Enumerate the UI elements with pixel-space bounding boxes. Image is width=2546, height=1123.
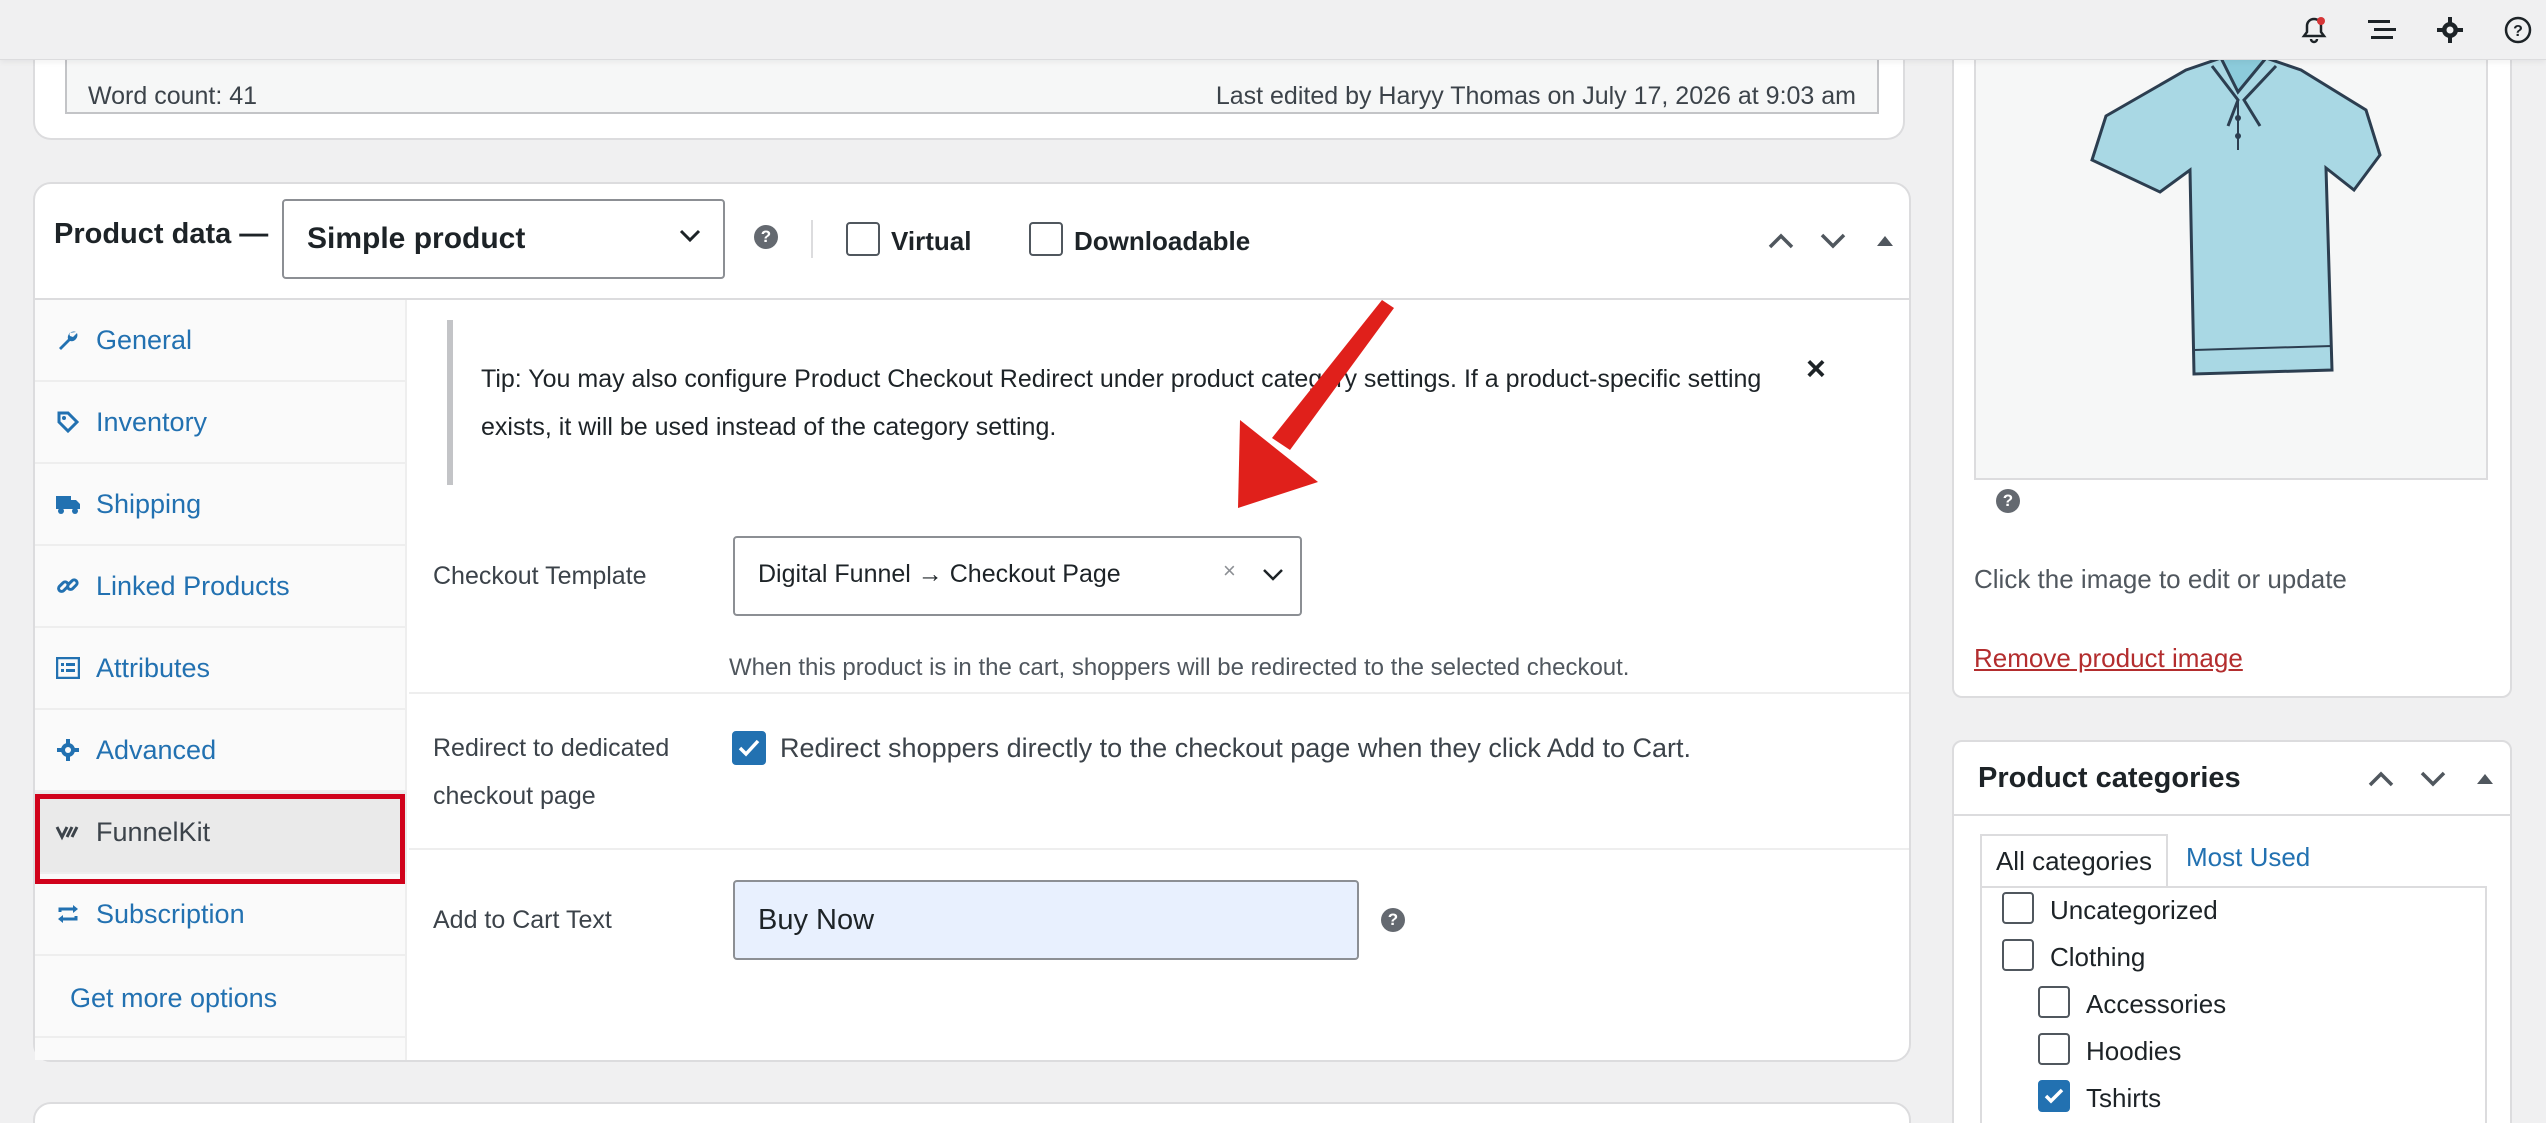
divider (409, 692, 1909, 694)
link-icon (55, 573, 81, 599)
move-down-icon[interactable] (1816, 224, 1850, 258)
chevron-down-icon (1262, 568, 1284, 587)
tip-text: Tip: You may also configure Product Chec… (481, 365, 1762, 441)
category-label: Clothing (2050, 942, 2146, 972)
checkmark-icon (738, 739, 760, 757)
downloadable-label: Downloadable (1074, 226, 1251, 256)
category-checkbox-accessories[interactable] (2038, 986, 2070, 1018)
admin-top-bar: ? (0, 0, 2546, 60)
word-count: Word count: 41 (88, 82, 258, 110)
checkout-template-description: When this product is in the cart, shoppe… (729, 654, 1630, 681)
move-down-icon[interactable] (2416, 762, 2450, 796)
tab-label: General (96, 324, 193, 355)
tab-inventory[interactable]: Inventory (35, 382, 407, 464)
move-up-icon[interactable] (1764, 224, 1798, 258)
redirect-description: Redirect shoppers directly to the checko… (780, 733, 1691, 763)
checkout-template-label: Checkout Template (433, 562, 647, 590)
notification-bell-icon[interactable] (2296, 12, 2332, 48)
tab-label: Inventory (96, 406, 208, 437)
checkmark-icon (2044, 1088, 2064, 1104)
settings-gear-icon[interactable] (2432, 12, 2468, 48)
add-to-cart-text-value: Buy Now (758, 904, 875, 936)
list-view-icon[interactable] (2364, 12, 2400, 48)
add-to-cart-text-label: Add to Cart Text (433, 906, 612, 934)
repeat-icon (55, 901, 81, 927)
tag-icon (55, 409, 81, 435)
move-up-icon[interactable] (2364, 762, 2398, 796)
tab-subscription[interactable]: Subscription (35, 874, 407, 956)
tab-general[interactable]: General (35, 300, 407, 382)
product-image[interactable] (1974, 40, 2488, 480)
tab-advanced[interactable]: Advanced (35, 710, 407, 792)
divider (1952, 814, 2512, 816)
list-icon (55, 655, 81, 681)
tshirt-image-icon (2090, 56, 2382, 376)
divider (811, 220, 813, 258)
wrench-icon (55, 327, 81, 353)
category-label: Accessories (2086, 989, 2227, 1019)
category-checkbox-hoodies[interactable] (2038, 1033, 2070, 1065)
product-categories-title: Product categories (1978, 762, 2241, 794)
svg-text:?: ? (2513, 23, 2523, 40)
divider (409, 848, 1909, 850)
truck-icon (55, 491, 81, 517)
help-icon[interactable]: ? (1996, 489, 2020, 513)
help-icon[interactable]: ? (754, 225, 778, 249)
close-icon[interactable]: × (1806, 350, 1826, 389)
tab-label: Shipping (96, 488, 202, 519)
category-checkbox-tshirts[interactable] (2038, 1080, 2070, 1112)
clear-selection-icon[interactable]: × (1223, 558, 1236, 584)
virtual-label: Virtual (891, 226, 972, 256)
tab-label: Advanced (96, 734, 217, 765)
category-label: Tshirts (2086, 1083, 2162, 1113)
highlight-box (35, 794, 405, 884)
image-caption: Click the image to edit or update (1974, 564, 2347, 594)
redirect-label-line2: checkout page (433, 782, 596, 810)
tab-label: Attributes (96, 652, 211, 683)
tab-attributes[interactable]: Attributes (35, 628, 407, 710)
gear-icon (55, 737, 81, 763)
redirect-label: Redirect to dedicated (433, 734, 670, 762)
redirect-checkbox[interactable] (732, 731, 766, 765)
tab-label: Linked Products (96, 570, 290, 601)
help-question-icon[interactable]: ? (2500, 12, 2536, 48)
remove-product-image-link[interactable]: Remove product image (1974, 643, 2243, 674)
category-label: Uncategorized (2050, 895, 2218, 925)
downloadable-checkbox[interactable] (1029, 222, 1063, 256)
annotation-arrow-icon (1238, 300, 1394, 508)
category-label: Hoodies (2086, 1036, 2182, 1066)
tab-label: Subscription (96, 898, 245, 929)
chevron-down-icon (678, 228, 702, 249)
category-checkbox-uncategorized[interactable] (2002, 892, 2034, 924)
tab-all-categories[interactable]: All categories (1980, 834, 2168, 886)
category-checkbox-clothing[interactable] (2002, 939, 2034, 971)
last-edited: Last edited by Haryy Thomas on July 17, … (1215, 82, 1856, 110)
get-more-options-link[interactable]: Get more options (70, 983, 277, 1014)
help-icon[interactable]: ? (1381, 908, 1405, 932)
tab-linked-products[interactable]: Linked Products (35, 546, 407, 628)
checkout-template-value: Digital Funnel → Checkout Page (758, 560, 1121, 588)
collapse-toggle-icon[interactable] (1868, 224, 1902, 258)
product-type-value: Simple product (307, 222, 526, 255)
virtual-checkbox[interactable] (846, 222, 880, 256)
tab-shipping[interactable]: Shipping (35, 464, 407, 546)
next-panel (33, 1102, 1911, 1123)
tab-most-used[interactable]: Most Used (2186, 842, 2310, 873)
collapse-toggle-icon[interactable] (2468, 762, 2502, 796)
product-data-title: Product data — (54, 218, 269, 250)
